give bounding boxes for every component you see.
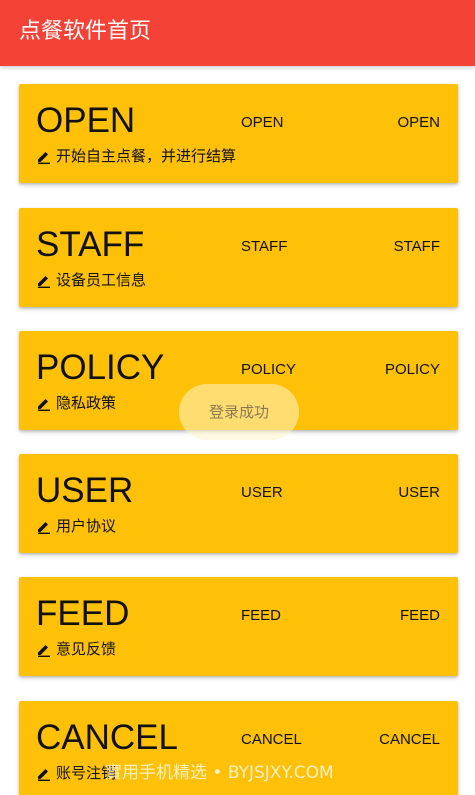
card-subtitle-row: 隐私政策 xyxy=(36,393,116,413)
card-title: OPEN xyxy=(36,101,136,140)
card-subtitle-row: 用户协议 xyxy=(36,516,116,536)
card-mid-label: FEED xyxy=(241,607,282,624)
card-feed[interactable]: FEED FEED FEED 意见反馈 xyxy=(19,577,458,676)
card-subtitle: 隐私政策 xyxy=(56,394,117,412)
card-right-label: USER xyxy=(398,484,440,501)
edit-pencil-icon xyxy=(38,152,50,164)
card-subtitle: 用户协议 xyxy=(56,517,117,535)
card-title: USER xyxy=(36,471,134,510)
card-subtitle: 设备员工信息 xyxy=(56,271,147,289)
card-subtitle-row: 设备员工信息 xyxy=(36,270,146,290)
card-title: FEED xyxy=(36,594,130,633)
card-mid-label: OPEN xyxy=(241,114,284,131)
card-right-label: POLICY xyxy=(384,361,440,378)
card-mid-label: POLICY xyxy=(241,361,297,378)
card-title: CANCEL xyxy=(36,718,178,757)
card-subtitle-row: 账号注销 xyxy=(36,763,116,783)
edit-pencil-icon xyxy=(38,399,50,411)
card-subtitle: 意见反馈 xyxy=(56,640,117,658)
card-mid-label: CANCEL xyxy=(241,731,302,748)
edit-pencil-icon xyxy=(38,522,50,534)
card-right-label: OPEN xyxy=(397,114,440,131)
card-staff[interactable]: STAFF STAFF STAFF 设备员工信息 xyxy=(19,208,458,307)
card-subtitle-row: 开始自主点餐，并进行结算 xyxy=(36,146,236,166)
card-subtitle: 开始自主点餐，并进行结算 xyxy=(56,147,237,165)
card-user[interactable]: USER USER USER 用户协议 xyxy=(19,454,458,553)
card-mid-label: STAFF xyxy=(241,238,288,255)
page-title: 点餐软件首页 xyxy=(19,19,152,44)
card-right-label: CANCEL xyxy=(379,731,440,748)
card-title: POLICY xyxy=(36,348,165,387)
watermark: 實用手机精选 • BYJSJXY.COM xyxy=(105,763,334,783)
card-mid-label: USER xyxy=(241,484,283,501)
toast-login-success: 登录成功 xyxy=(179,384,299,440)
app-bar: 点餐软件首页 xyxy=(0,0,475,66)
card-title: STAFF xyxy=(36,225,145,264)
edit-pencil-icon xyxy=(38,645,50,657)
card-subtitle-row: 意见反馈 xyxy=(36,639,116,659)
card-right-label: STAFF xyxy=(393,238,440,255)
edit-pencil-icon xyxy=(38,769,50,781)
edit-pencil-icon xyxy=(38,276,50,288)
card-right-label: FEED xyxy=(399,607,440,624)
card-open[interactable]: OPEN OPEN OPEN 开始自主点餐，并进行结算 xyxy=(19,84,458,183)
